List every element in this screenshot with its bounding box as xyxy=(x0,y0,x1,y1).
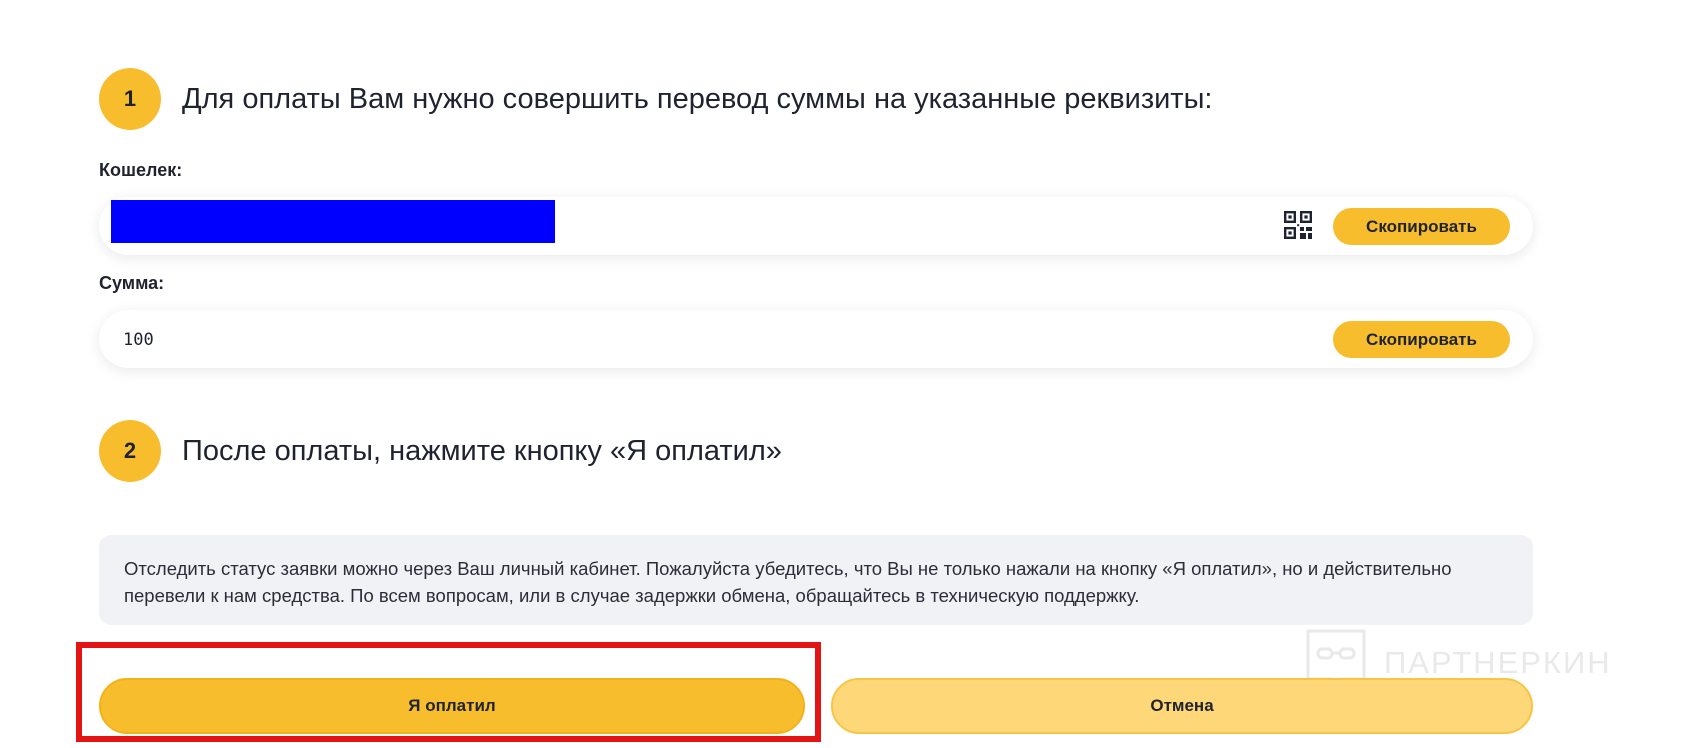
copy-amount-button[interactable]: Скопировать xyxy=(1333,321,1510,358)
step-2-instruction: После оплаты, нажмите кнопку «Я оплатил» xyxy=(182,434,782,467)
amount-label: Сумма: xyxy=(99,273,165,293)
status-notice: Отследить статус заявки можно через Ваш … xyxy=(99,535,1533,625)
step-1-number: 1 xyxy=(99,68,161,130)
step-2: 2 После оплаты, нажмите кнопку «Я оплати… xyxy=(99,420,782,482)
i-paid-button[interactable]: Я оплатил xyxy=(99,678,805,734)
amount-field[interactable]: 100 Скопировать xyxy=(99,310,1533,368)
step-1: 1 Для оплаты Вам нужно совершить перевод… xyxy=(99,68,1213,130)
notice-text: Отследить статус заявки можно через Ваш … xyxy=(124,558,1452,606)
wallet-field[interactable]: Скопировать xyxy=(99,197,1533,255)
qr-code-icon[interactable] xyxy=(1284,211,1312,239)
cancel-button[interactable]: Отмена xyxy=(831,678,1533,734)
watermark-text: ПАРТНЕРКИН xyxy=(1384,645,1612,680)
copy-wallet-button[interactable]: Скопировать xyxy=(1333,208,1510,245)
step-1-instruction: Для оплаты Вам нужно совершить перевод с… xyxy=(182,82,1213,115)
step-2-number: 2 xyxy=(99,420,161,482)
wallet-label: Кошелек: xyxy=(99,160,183,180)
amount-value: 100 xyxy=(123,330,154,350)
wallet-address-redacted xyxy=(111,200,555,243)
